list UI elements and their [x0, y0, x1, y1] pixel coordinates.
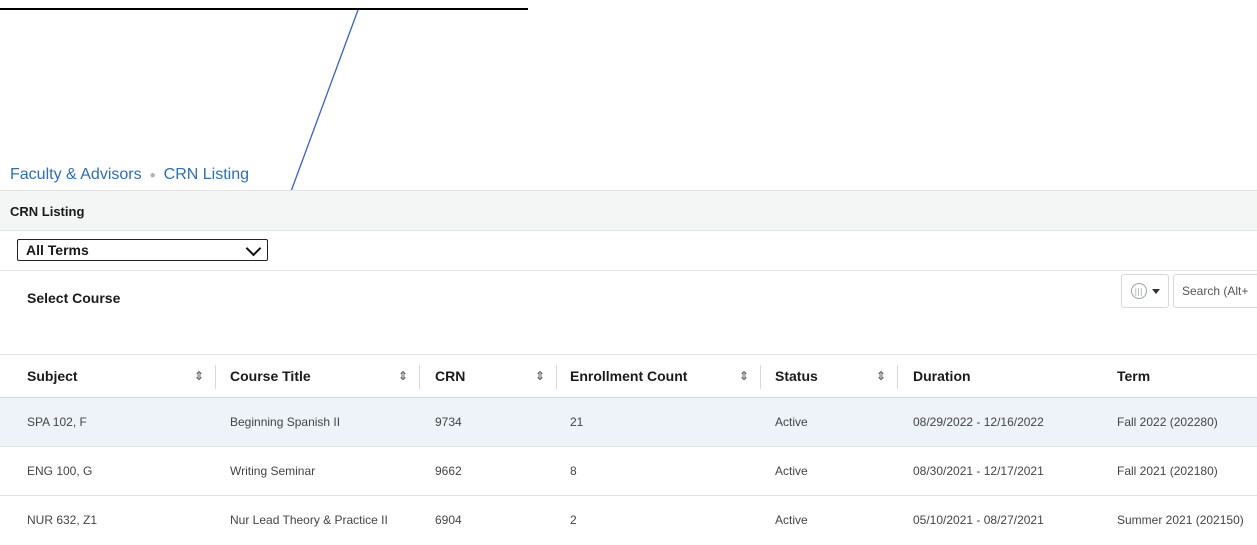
term-select[interactable]: All Terms: [17, 239, 268, 261]
column-header-status[interactable]: Status ⇕: [761, 355, 898, 398]
cell-enrollment-count: 2: [570, 513, 577, 527]
column-header-duration[interactable]: Duration: [898, 355, 1102, 398]
cell-course-title: Beginning Spanish II: [230, 415, 341, 429]
table-row[interactable]: NUR 632, Z1 Nur Lead Theory & Practice I…: [0, 496, 1257, 545]
columns-icon: |||: [1130, 283, 1147, 299]
cell-enrollment-count: 8: [570, 464, 577, 478]
table-row[interactable]: ENG 100, G Writing Seminar 9662 8 Active…: [0, 447, 1257, 496]
cell-crn: 9734: [435, 415, 462, 429]
column-header-course-title[interactable]: Course Title ⇕: [216, 355, 420, 398]
annotation-underline: [0, 8, 528, 10]
chevron-down-icon: [245, 240, 262, 256]
cell-enrollment-count: 21: [570, 415, 584, 429]
header-label: Status: [775, 368, 818, 384]
cell-crn: 9662: [435, 464, 462, 478]
caret-down-icon: [1151, 288, 1160, 294]
table-tools: ||| Search (Alt+: [1121, 274, 1257, 308]
header-label: Course Title: [230, 368, 311, 384]
cell-crn: 6904: [435, 513, 462, 527]
term-filter-row: All Terms: [0, 231, 1257, 271]
sort-icon: ⇕: [534, 369, 545, 383]
breadcrumb-separator: ●: [149, 169, 156, 181]
cell-duration: 05/10/2021 - 08/27/2021: [913, 513, 1044, 527]
header-label: Subject: [27, 368, 78, 384]
cell-term: Summer 2021 (202150): [1117, 513, 1244, 527]
column-header-subject[interactable]: Subject ⇕: [0, 355, 216, 398]
cell-status: Active: [775, 415, 808, 429]
cell-term: Fall 2022 (202280): [1117, 415, 1218, 429]
crn-listing-panel: CRN Listing All Terms Select Course ||| …: [0, 190, 1257, 540]
sort-icon: ⇕: [738, 369, 749, 383]
cell-status: Active: [775, 464, 808, 478]
cell-subject: ENG 100, G: [27, 464, 93, 478]
column-header-term[interactable]: Term: [1102, 355, 1257, 398]
cell-subject: NUR 632, Z1: [27, 513, 98, 527]
header-label: Duration: [913, 368, 971, 384]
breadcrumb-crn-listing-link[interactable]: CRN Listing: [164, 166, 249, 184]
cell-course-title: Nur Lead Theory & Practice II: [230, 513, 388, 527]
table-header: Subject ⇕ Course Title ⇕ CRN ⇕ Enrollmen…: [0, 354, 1257, 398]
search-input[interactable]: Search (Alt+: [1173, 274, 1257, 308]
sort-icon: ⇕: [193, 369, 204, 383]
select-course-heading: Select Course: [27, 290, 121, 306]
breadcrumb-faculty-advisors-link[interactable]: Faculty & Advisors: [10, 166, 142, 184]
header-label: Term: [1117, 368, 1151, 384]
header-label: Enrollment Count: [570, 368, 688, 384]
sort-icon: ⇕: [875, 369, 886, 383]
cell-duration: 08/30/2021 - 12/17/2021: [913, 464, 1044, 478]
cell-term: Fall 2021 (202180): [1117, 464, 1218, 478]
breadcrumb: Faculty & Advisors ● CRN Listing: [10, 166, 249, 184]
cell-status: Active: [775, 513, 808, 527]
table-row[interactable]: SPA 102, F Beginning Spanish II 9734 21 …: [0, 398, 1257, 447]
panel-title: CRN Listing: [0, 190, 1257, 231]
term-select-value: All Terms: [26, 242, 89, 258]
cell-subject: SPA 102, F: [27, 415, 87, 429]
column-header-enrollment-count[interactable]: Enrollment Count ⇕: [557, 355, 761, 398]
header-label: CRN: [435, 368, 466, 384]
cell-duration: 08/29/2022 - 12/16/2022: [913, 415, 1044, 429]
column-header-crn[interactable]: CRN ⇕: [420, 355, 557, 398]
cell-course-title: Writing Seminar: [230, 464, 316, 478]
sort-icon: ⇕: [397, 369, 408, 383]
column-chooser-button[interactable]: |||: [1121, 274, 1169, 308]
